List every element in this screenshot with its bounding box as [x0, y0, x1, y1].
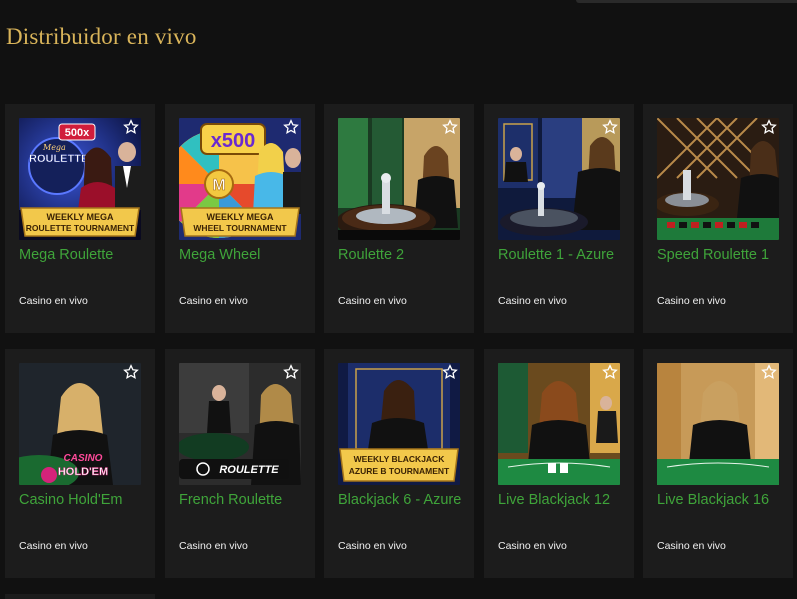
game-name[interactable]: Mega Wheel [179, 245, 303, 265]
svg-text:HOLD'EM: HOLD'EM [58, 466, 108, 478]
game-category: Casino en vivo [498, 540, 567, 552]
game-thumbnail[interactable]: WEEKLY BLACKJACK AZURE B TOURNAMENT [338, 363, 460, 485]
game-thumbnail[interactable]: CASINO HOLD'EM [19, 363, 141, 485]
game-thumbnail[interactable] [498, 363, 620, 485]
svg-text:M: M [212, 177, 225, 194]
game-name[interactable]: Roulette 2 [338, 245, 462, 265]
next-row-card-edge [5, 594, 155, 599]
game-card[interactable]: 500x Mega ROULETTE WEEKLY MEGA ROULETTE … [5, 104, 155, 333]
badge-text: 500x [65, 127, 90, 139]
game-category: Casino en vivo [657, 295, 726, 307]
game-thumbnail[interactable]: M x500 WEEKLY MEGA WHEEL TOURNAMENT [179, 118, 301, 240]
game-category: Casino en vivo [19, 540, 88, 552]
game-category: Casino en vivo [179, 295, 248, 307]
game-thumbnail[interactable]: 500x Mega ROULETTE WEEKLY MEGA ROULETTE … [19, 118, 141, 240]
favorite-star-icon[interactable] [761, 119, 777, 135]
game-card[interactable]: Speed Roulette 1 Casino en vivo [643, 104, 793, 333]
svg-text:ROULETTE TOURNAMENT: ROULETTE TOURNAMENT [26, 223, 135, 233]
game-category: Casino en vivo [657, 540, 726, 552]
game-card[interactable]: Roulette 2 Casino en vivo [324, 104, 474, 333]
game-name[interactable]: Live Blackjack 16 [657, 490, 781, 510]
svg-text:Mega: Mega [42, 143, 66, 152]
favorite-star-icon[interactable] [123, 119, 139, 135]
game-name[interactable]: French Roulette [179, 490, 303, 510]
svg-text:WEEKLY MEGA: WEEKLY MEGA [206, 212, 274, 222]
game-thumbnail[interactable] [657, 363, 779, 485]
game-card[interactable]: CASINO HOLD'EM Casino Hold'Em Casino en … [5, 349, 155, 578]
svg-text:ROULETTE: ROULETTE [219, 464, 279, 476]
svg-text:WHEEL TOURNAMENT: WHEEL TOURNAMENT [193, 223, 287, 233]
section-title: Distribuidor en vivo [6, 24, 197, 49]
svg-text:CASINO: CASINO [64, 453, 103, 464]
game-card[interactable]: Roulette 1 - Azure Casino en vivo [484, 104, 634, 333]
game-category: Casino en vivo [338, 540, 407, 552]
game-name[interactable]: Casino Hold'Em [19, 490, 143, 510]
favorite-star-icon[interactable] [442, 364, 458, 380]
favorite-star-icon[interactable] [602, 364, 618, 380]
game-thumbnail[interactable] [657, 118, 779, 240]
favorite-star-icon[interactable] [283, 364, 299, 380]
favorite-star-icon[interactable] [442, 119, 458, 135]
game-name[interactable]: Speed Roulette 1 [657, 245, 781, 265]
top-bar-edge [576, 0, 797, 3]
game-name[interactable]: Roulette 1 - Azure [498, 245, 622, 265]
game-card[interactable]: WEEKLY BLACKJACK AZURE B TOURNAMENT Blac… [324, 349, 474, 578]
game-thumbnail[interactable] [338, 118, 460, 240]
svg-text:WEEKLY BLACKJACK: WEEKLY BLACKJACK [354, 454, 446, 464]
favorite-star-icon[interactable] [123, 364, 139, 380]
game-card[interactable]: Live Blackjack 12 Casino en vivo [484, 349, 634, 578]
game-category: Casino en vivo [498, 295, 567, 307]
game-card[interactable]: Live Blackjack 16 Casino en vivo [643, 349, 793, 578]
game-name[interactable]: Mega Roulette [19, 245, 143, 265]
favorite-star-icon[interactable] [283, 119, 299, 135]
game-name[interactable]: Live Blackjack 12 [498, 490, 622, 510]
game-category: Casino en vivo [338, 295, 407, 307]
svg-text:AZURE B TOURNAMENT: AZURE B TOURNAMENT [349, 466, 450, 476]
game-name[interactable]: Blackjack 6 - Azure [338, 490, 462, 510]
favorite-star-icon[interactable] [602, 119, 618, 135]
svg-text:ROULETTE: ROULETTE [29, 153, 88, 165]
svg-text:WEEKLY MEGA: WEEKLY MEGA [46, 212, 114, 222]
game-category: Casino en vivo [19, 295, 88, 307]
svg-text:x500: x500 [211, 130, 256, 152]
game-card[interactable]: M x500 WEEKLY MEGA WHEEL TOURNAMENT Mega… [165, 104, 315, 333]
game-thumbnail[interactable]: ROULETTE [179, 363, 301, 485]
favorite-star-icon[interactable] [761, 364, 777, 380]
game-category: Casino en vivo [179, 540, 248, 552]
game-card[interactable]: ROULETTE French Roulette Casino en vivo [165, 349, 315, 578]
game-thumbnail[interactable] [498, 118, 620, 240]
